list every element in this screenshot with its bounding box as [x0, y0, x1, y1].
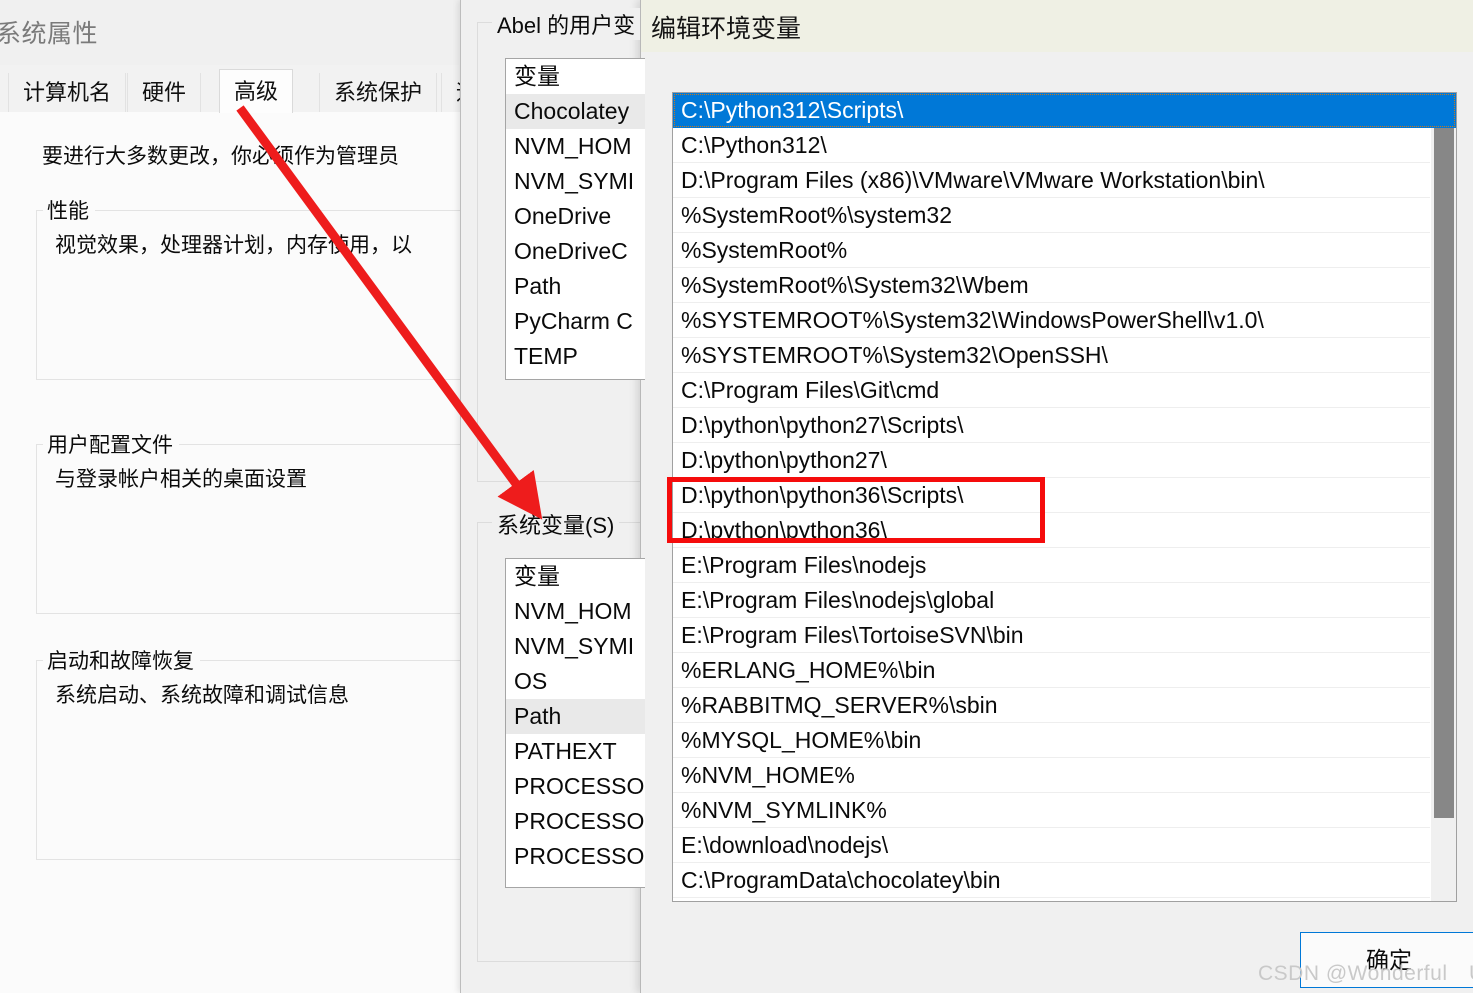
startup-recovery-group-text: 系统启动、系统故障和调试信息: [55, 684, 349, 707]
user-variables-listbox[interactable]: 变量 Chocolatey NVM_HOM NVM_SYMI OneDrive OneD…: [505, 58, 645, 380]
path-entry-row[interactable]: E:\Program Files\TortoiseSVN\bin: [673, 618, 1456, 653]
user-variable-row[interactable]: NVM_HOM: [506, 129, 645, 164]
path-entry-row[interactable]: %RABBITMQ_SERVER%\sbin: [673, 688, 1456, 723]
path-entry-row[interactable]: %SystemRoot%: [673, 233, 1456, 268]
user-variable-row[interactable]: NVM_SYMI: [506, 164, 645, 199]
path-entry-row[interactable]: D:\python\python27\: [673, 443, 1456, 478]
path-entry-row[interactable]: %SystemRoot%\System32\Wbem: [673, 268, 1456, 303]
user-profiles-group: 用户配置文件 与登录帐户相关的桌面设置: [36, 429, 468, 614]
startup-recovery-group-label: 启动和故障恢复: [43, 645, 200, 675]
startup-recovery-group: 启动和故障恢复 系统启动、系统故障和调试信息: [36, 645, 468, 860]
path-list-scrollbar[interactable]: [1430, 128, 1456, 901]
edit-env-title: 编辑环境变量: [651, 15, 802, 43]
path-entry-row[interactable]: C:\Program Files\Git\cmd: [673, 373, 1456, 408]
user-variable-row[interactable]: OneDriveC: [506, 234, 645, 269]
admin-notice-text: 要进行大多数更改，你必须作为管理员: [42, 145, 399, 168]
user-variable-row[interactable]: OneDrive: [506, 199, 645, 234]
edit-env-titlebar: 编辑环境变量: [641, 0, 1473, 52]
user-variables-group-label: Abel 的用户变: [492, 8, 641, 40]
path-entry-row[interactable]: E:\download\nodejs\: [673, 828, 1456, 863]
system-variable-row[interactable]: PROCESSO: [506, 769, 645, 804]
screenshot-root: 系统属性 计算机名 硬件 高级 系统保护 远 要进行大多数更改，你必须作为管理员…: [0, 0, 1473, 993]
system-variables-rows: NVM_HOM NVM_SYMI OS Path PATHEXT PROCESSO PROC…: [506, 594, 645, 874]
user-variable-row[interactable]: PyCharm C: [506, 304, 645, 339]
system-variable-row[interactable]: NVM_HOM: [506, 594, 645, 629]
path-entry-row[interactable]: E:\Program Files\nodejs\global: [673, 583, 1456, 618]
system-variable-row[interactable]: NVM_SYMI: [506, 629, 645, 664]
user-profiles-group-label: 用户配置文件: [43, 429, 179, 459]
system-variables-listbox[interactable]: 变量 NVM_HOM NVM_SYMI OS Path PATHEXT PROCESSO P…: [505, 558, 645, 888]
performance-group-text: 视觉效果，处理器计划，内存使用，以: [55, 234, 412, 257]
system-variables-column-header: 变量: [514, 563, 560, 589]
system-variable-row[interactable]: PATHEXT: [506, 734, 645, 769]
csdn-watermark: CSDN @Wonderful U: [1258, 962, 1473, 985]
system-properties-titlebar: 系统属性: [0, 0, 470, 58]
system-variables-group-label: 系统变量(S): [492, 508, 620, 540]
user-variable-row[interactable]: Chocolatey: [506, 94, 645, 129]
path-entry-row[interactable]: E:\Program Files\nodejs: [673, 548, 1456, 583]
system-properties-window: 系统属性 计算机名 硬件 高级 系统保护 远 要进行大多数更改，你必须作为管理员…: [0, 0, 471, 993]
path-entry-row[interactable]: %NVM_HOME%: [673, 758, 1456, 793]
system-properties-title: 系统属性: [0, 20, 99, 48]
system-variable-row[interactable]: Path: [506, 699, 645, 734]
user-variables-rows: Chocolatey NVM_HOM NVM_SYMI OneDrive OneDriv…: [506, 94, 645, 374]
path-entry-row[interactable]: %NVM_SYMLINK%: [673, 793, 1456, 828]
tab-computer-name[interactable]: 计算机名: [8, 73, 127, 112]
path-entry-row[interactable]: %MYSQL_HOME%\bin: [673, 723, 1456, 758]
path-entry-row[interactable]: C:\Python312\Scripts\: [673, 93, 1456, 128]
system-variable-row[interactable]: PROCESSO: [506, 839, 645, 874]
path-entry-row[interactable]: %SystemRoot%\system32: [673, 198, 1456, 233]
path-entry-row[interactable]: D:\Program Files (x86)\VMware\VMware Wor…: [673, 163, 1456, 198]
performance-group: 性能 视觉效果，处理器计划，内存使用，以: [36, 195, 468, 380]
user-variables-column-header: 变量: [514, 63, 560, 89]
path-list-scrollbar-thumb[interactable]: [1434, 128, 1454, 818]
user-variable-row[interactable]: TEMP: [506, 339, 645, 374]
user-profiles-group-text: 与登录帐户相关的桌面设置: [55, 468, 307, 491]
tab-hardware[interactable]: 硬件: [127, 73, 202, 112]
performance-group-label: 性能: [43, 195, 95, 225]
path-entry-row[interactable]: %SYSTEMROOT%\System32\OpenSSH\: [673, 338, 1456, 373]
path-entry-row[interactable]: D:\python\python27\Scripts\: [673, 408, 1456, 443]
system-variable-row[interactable]: OS: [506, 664, 645, 699]
tab-advanced[interactable]: 高级: [219, 69, 294, 113]
user-variable-row[interactable]: Path: [506, 269, 645, 304]
system-properties-tabstrip: 计算机名 硬件 高级 系统保护 远: [0, 65, 470, 113]
path-entry-row[interactable]: %SYSTEMROOT%\System32\WindowsPowerShell\…: [673, 303, 1456, 338]
path-entry-row[interactable]: C:\Python312\: [673, 128, 1456, 163]
red-highlight-box-annotation: [667, 477, 1045, 543]
path-entry-row[interactable]: %ERLANG_HOME%\bin: [673, 653, 1456, 688]
system-properties-body: 要进行大多数更改，你必须作为管理员 性能 视觉效果，处理器计划，内存使用，以 用…: [0, 112, 470, 993]
tab-system-protection[interactable]: 系统保护: [319, 73, 438, 112]
path-entry-row[interactable]: C:\ProgramData\chocolatey\bin: [673, 863, 1456, 898]
system-variable-row[interactable]: PROCESSO: [506, 804, 645, 839]
